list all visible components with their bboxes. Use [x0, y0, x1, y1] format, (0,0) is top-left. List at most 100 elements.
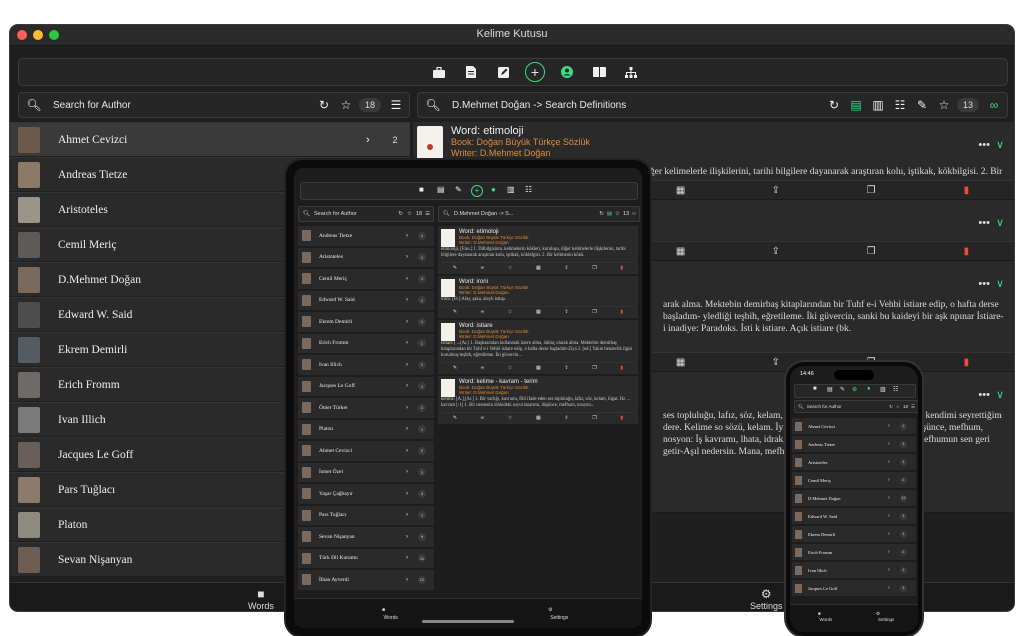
tablet-author-item[interactable]: Edward W. Said › 1	[298, 290, 434, 310]
list-icon[interactable]: ☰	[911, 404, 915, 410]
plus-icon[interactable]: ⊕	[852, 386, 857, 393]
trash-icon[interactable]: ▮	[919, 185, 1014, 196]
share-icon[interactable]: ⇪	[728, 185, 823, 196]
star-icon[interactable]: ☆	[508, 309, 512, 315]
chevron-right-icon[interactable]: ›	[888, 585, 890, 591]
link-icon[interactable]: ∞	[481, 415, 485, 421]
book-icon[interactable]: ▥	[880, 386, 886, 393]
chevron-down-icon[interactable]: ∨	[996, 139, 1004, 151]
star-icon[interactable]: ☆	[508, 265, 512, 271]
phone-author-item[interactable]: Andreas Tietze › 1	[792, 436, 916, 452]
chevron-right-icon[interactable]: ›	[888, 441, 890, 447]
tablet-author-item[interactable]: Ahmet Cevizci › 2	[298, 441, 434, 461]
list-icon[interactable]: ☰	[387, 96, 405, 114]
share-icon[interactable]: ⇪	[564, 265, 568, 271]
hierarchy-icon[interactable]	[621, 62, 641, 82]
tablet-author-item[interactable]: Cemil Meriç › 1	[298, 269, 434, 289]
chevron-right-icon[interactable]: ›	[888, 531, 890, 537]
chevron-right-icon[interactable]: ›	[888, 513, 890, 519]
tablet-author-item[interactable]: Ivan Illich › 1	[298, 355, 434, 375]
trash-icon[interactable]: ▮	[919, 357, 1014, 368]
edit-icon[interactable]: ✎	[453, 309, 457, 315]
star-icon[interactable]: ☆	[508, 365, 512, 371]
edit-icon[interactable]: ✎	[453, 415, 457, 421]
document-icon[interactable]: ▤	[847, 96, 865, 114]
tablet-author-item[interactable]: Pars Tuğlacı › 7	[298, 505, 434, 525]
chevron-right-icon[interactable]: ›	[406, 319, 408, 325]
star-icon[interactable]: ☆	[615, 211, 620, 217]
chevron-right-icon[interactable]: ›	[888, 459, 890, 465]
tablet-definition-card[interactable]: Word: etimoloji Book: Doğan Büyük Türkçe …	[438, 226, 638, 274]
phone-author-item[interactable]: Edward W. Said › 1	[792, 508, 916, 524]
tablet-author-search[interactable]: 🔍︎ Search for Author ↻ ☆ 18 ☰	[298, 206, 434, 222]
chevron-right-icon[interactable]: ›	[406, 469, 408, 475]
refresh-icon[interactable]: ↻	[315, 96, 333, 114]
copy-icon[interactable]: ❐	[824, 185, 919, 196]
hierarchy-icon[interactable]: ☷	[891, 96, 909, 114]
chevron-right-icon[interactable]: ›	[406, 297, 408, 303]
briefcase-icon[interactable]: ■	[813, 386, 817, 392]
book-icon[interactable]: ▥	[507, 185, 515, 194]
user-icon[interactable]	[557, 62, 577, 82]
link-icon[interactable]: ∞	[481, 309, 485, 315]
phone-author-search[interactable]: 🔍︎ Search for Author ↻ ☆ 18 ☰	[794, 400, 918, 413]
copy-icon[interactable]: ❐	[592, 265, 596, 271]
calendar-icon[interactable]: ▦	[536, 365, 541, 371]
tablet-author-item[interactable]: Erich Fromm › 1	[298, 333, 434, 353]
hierarchy-icon[interactable]: ☷	[525, 185, 532, 194]
phone-author-item[interactable]: Aristoteles › 1	[792, 454, 916, 470]
document-icon[interactable]: ▤	[607, 211, 612, 217]
phone-author-item[interactable]: Ekrem Demirli › 1	[792, 526, 916, 542]
star-icon[interactable]: ☆	[896, 404, 900, 410]
link-icon[interactable]: ∞	[985, 96, 1003, 114]
chevron-down-icon[interactable]: ∨	[996, 278, 1004, 290]
share-icon[interactable]: ⇪	[564, 365, 568, 371]
tablet-tab-settings[interactable]: ⚙ Settings	[548, 607, 568, 621]
chevron-right-icon[interactable]: ›	[888, 477, 890, 483]
star-icon[interactable]: ☆	[337, 96, 355, 114]
phone-author-item[interactable]: D.Mehmet Doğan › 13	[792, 490, 916, 506]
tablet-definition-search[interactable]: 🔍︎ D.Mehmet Doğan -> S... ↻ ▤ ☆ 13 ∞	[438, 206, 640, 222]
tablet-author-item[interactable]: İsmet Özel › 2	[298, 462, 434, 482]
plus-icon[interactable]: +	[471, 185, 483, 197]
briefcase-icon[interactable]	[429, 62, 449, 82]
trash-icon[interactable]: ▮	[620, 265, 623, 271]
trash-icon[interactable]: ▮	[620, 415, 623, 421]
book-icon[interactable]	[589, 62, 609, 82]
tablet-author-item[interactable]: Aristoteles › 1	[298, 247, 434, 267]
edit-icon[interactable]: ✎	[913, 96, 931, 114]
tablet-author-item[interactable]: Türk Dil Kurumu › 11	[298, 548, 434, 568]
tablet-tab-words[interactable]: ■ Words	[382, 607, 398, 621]
definition-search-bar[interactable]: 🔍︎ D.Mehmet Doğan -> Search Definitions …	[417, 92, 1008, 118]
chevron-right-icon[interactable]: ›	[366, 134, 370, 146]
edit-icon[interactable]	[493, 62, 513, 82]
tablet-definition-card[interactable]: Word: kelime - kavram - terim Book: Doğan…	[438, 376, 638, 424]
tablet-author-item[interactable]: Ekrem Demirli › 1	[298, 312, 434, 332]
chevron-right-icon[interactable]: ›	[888, 549, 890, 555]
phone-author-item[interactable]: Cemil Meriç › 1	[792, 472, 916, 488]
more-icon[interactable]: •••	[978, 389, 990, 401]
tablet-author-item[interactable]: Sevan Nişanyan › 9	[298, 527, 434, 547]
briefcase-icon[interactable]: ■	[419, 185, 424, 194]
book-icon[interactable]: ▥	[869, 96, 887, 114]
share-icon[interactable]: ⇪	[564, 309, 568, 315]
tablet-definition-card[interactable]: Word: istiare Book: Doğan Büyük Türkçe Sö…	[438, 320, 638, 374]
document-icon[interactable]: ▤	[437, 185, 445, 194]
chevron-right-icon[interactable]: ›	[406, 512, 408, 518]
more-icon[interactable]: •••	[978, 278, 990, 290]
calendar-icon[interactable]: ▦	[536, 309, 541, 315]
phone-tab-words[interactable]: ■ Words	[818, 611, 832, 622]
calendar-icon[interactable]: ▦	[536, 265, 541, 271]
phone-author-item[interactable]: Erich Fromm › 1	[792, 544, 916, 560]
chevron-down-icon[interactable]: ∨	[996, 389, 1004, 401]
chevron-right-icon[interactable]: ›	[888, 423, 890, 429]
tablet-author-item[interactable]: Ömer Türker › 1	[298, 398, 434, 418]
chevron-right-icon[interactable]: ›	[406, 555, 408, 561]
chevron-right-icon[interactable]: ›	[406, 491, 408, 497]
hierarchy-icon[interactable]: ☷	[893, 386, 898, 393]
more-icon[interactable]: •••	[978, 217, 990, 229]
phone-author-item[interactable]: Ahmet Cevizci › 2	[792, 418, 916, 434]
chevron-right-icon[interactable]: ›	[406, 405, 408, 411]
tablet-author-item[interactable]: Andreas Tietze › 1	[298, 226, 434, 246]
trash-icon[interactable]: ▮	[620, 309, 623, 315]
